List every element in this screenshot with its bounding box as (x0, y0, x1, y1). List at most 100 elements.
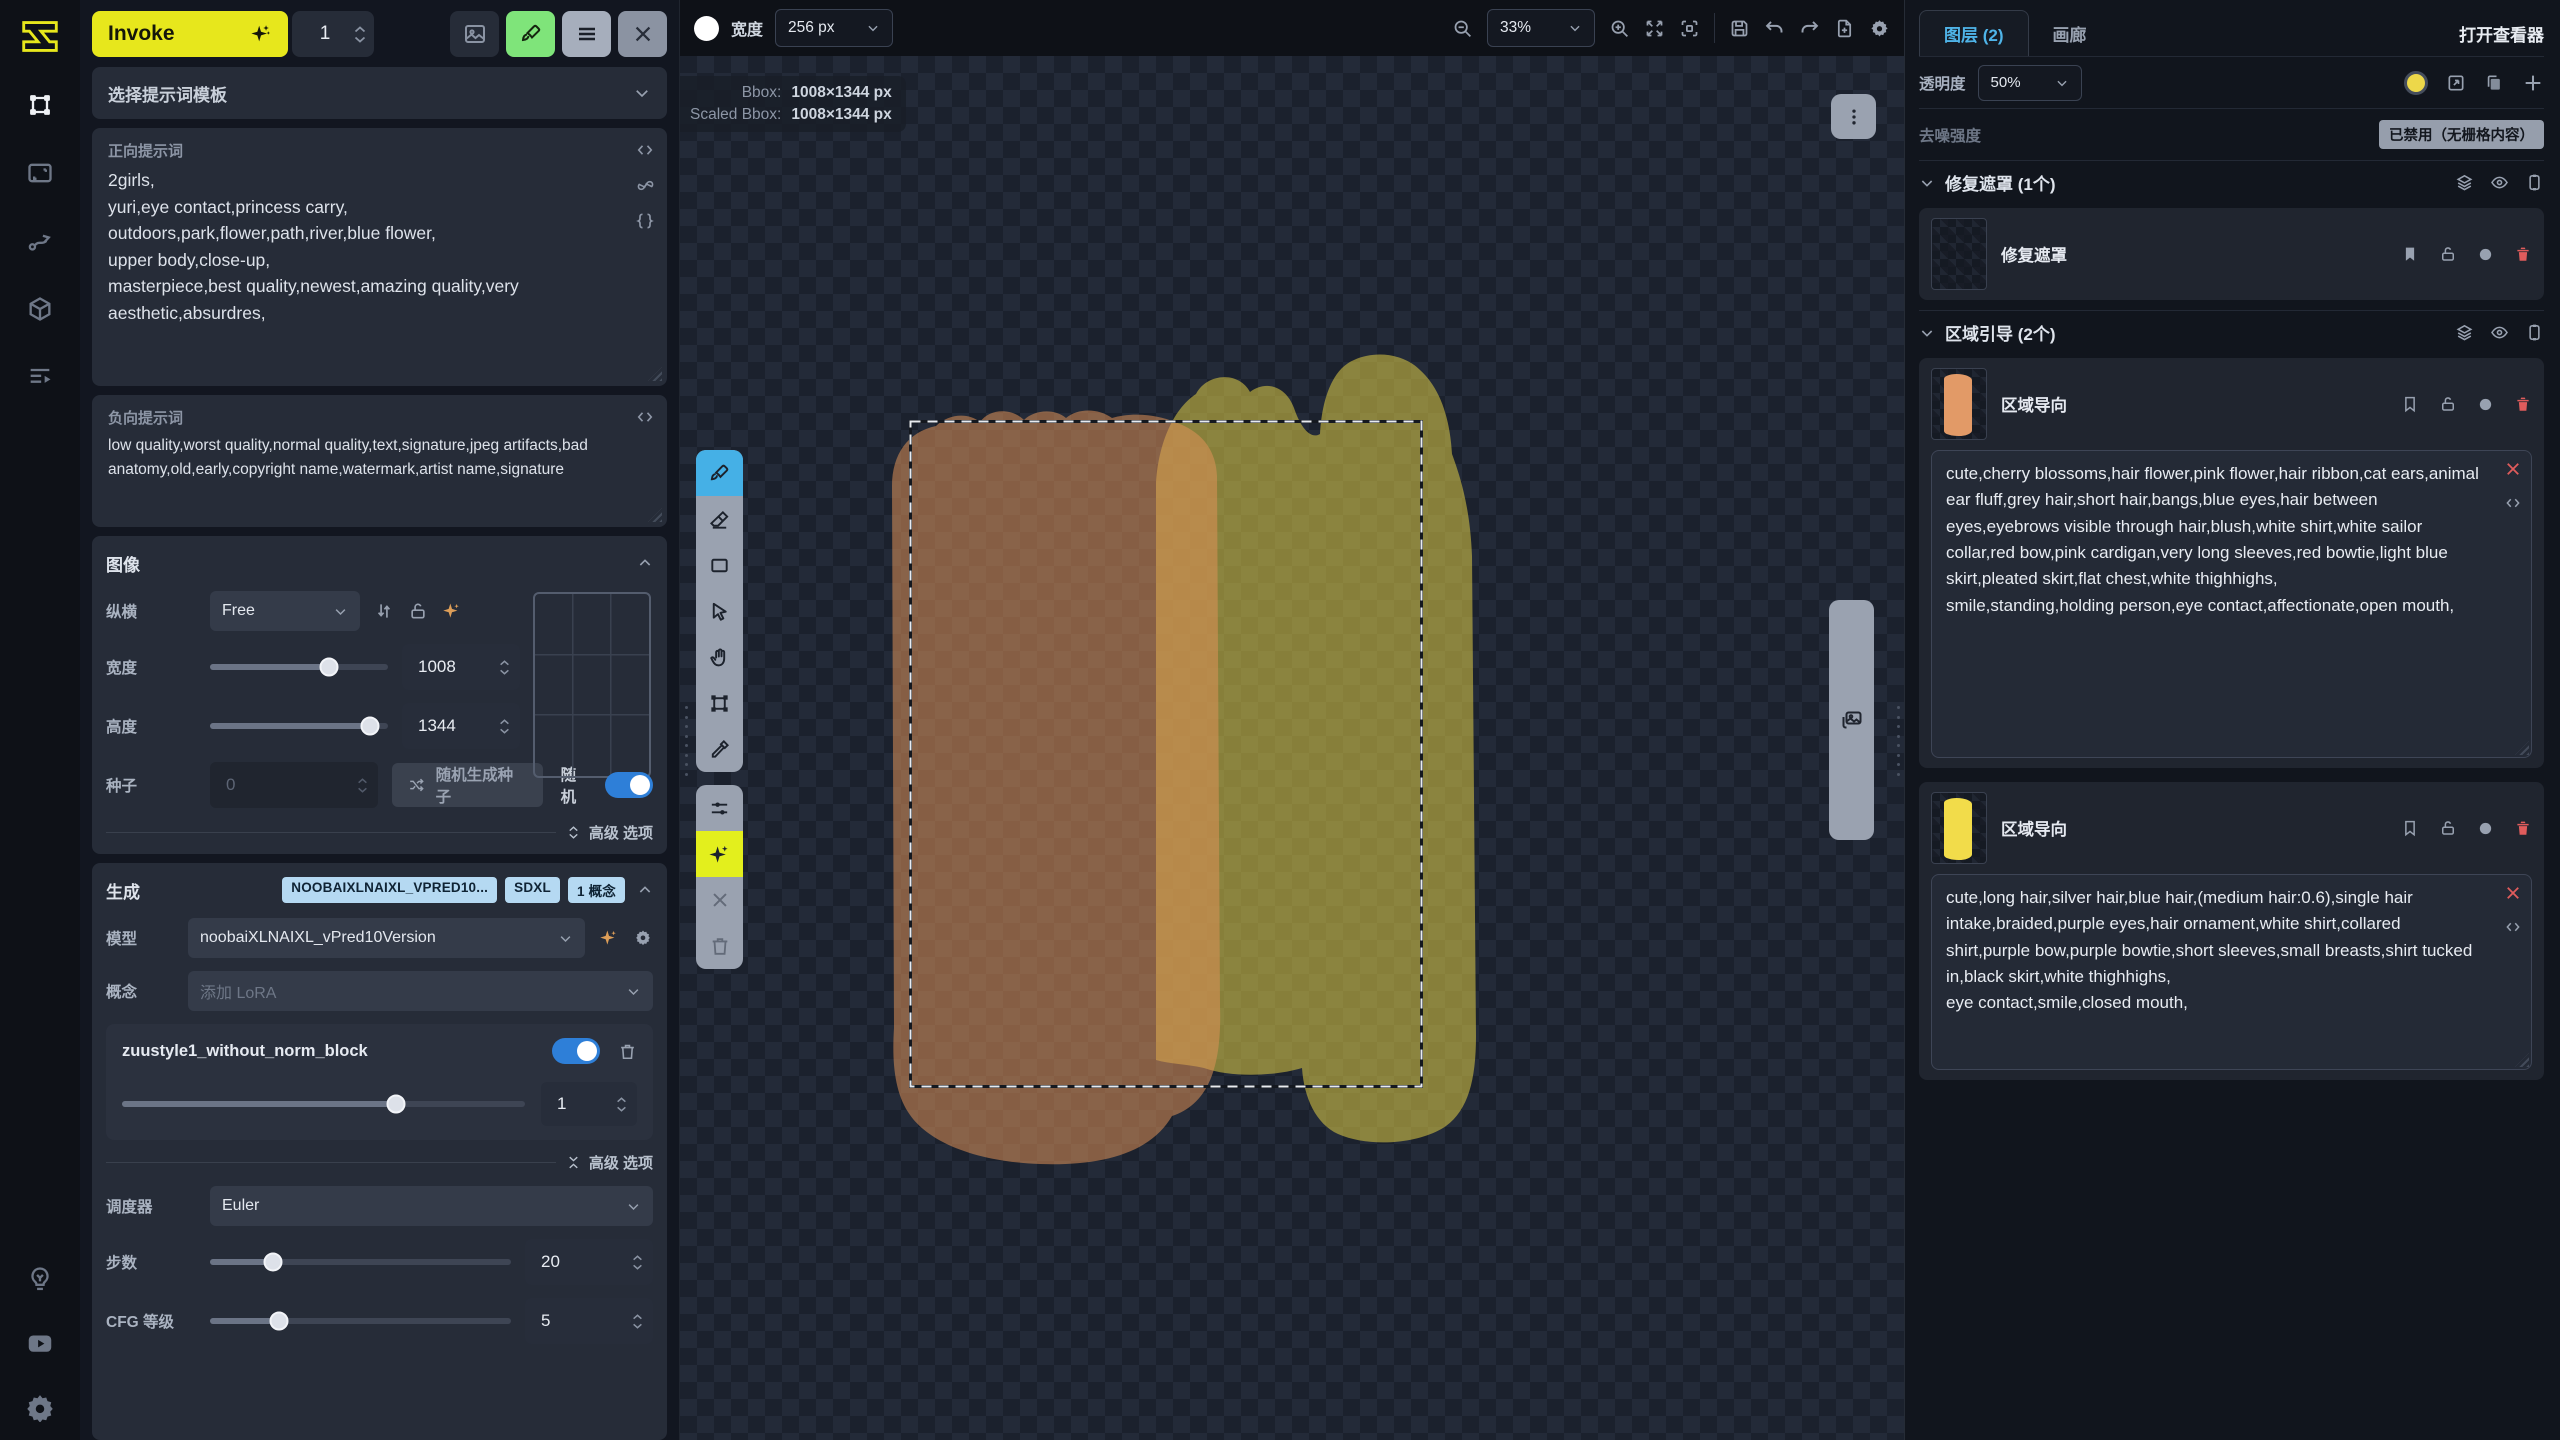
zoom-out-icon[interactable] (1452, 18, 1473, 39)
swap-dimensions-icon[interactable] (374, 601, 394, 621)
lora-weight-slider[interactable] (122, 1101, 525, 1107)
layer-visibility-dot-icon[interactable] (2477, 396, 2494, 413)
add-layer-icon[interactable] (2522, 72, 2544, 94)
canvas-mode-button[interactable] (506, 11, 555, 57)
region1-layer-card[interactable]: 区域导向 cute,cherry blossoms,hair flower,pi… (1919, 358, 2544, 768)
region2-layer-card[interactable]: 区域导向 cute,long hair,silver hair,blue hai… (1919, 782, 2544, 1080)
generation-advanced-options[interactable]: 高级 选项 (566, 1152, 653, 1173)
transform-tool[interactable] (696, 680, 743, 726)
color-picker-tool[interactable] (696, 726, 743, 772)
code-icon[interactable] (635, 407, 655, 427)
positive-prompt-input[interactable]: 2girls, yuri,eye contact,princess carry,… (108, 167, 636, 380)
tab-layers[interactable]: 图层 (2) (1919, 10, 2029, 56)
resize-grip[interactable] (648, 508, 662, 522)
visibility-eye-icon[interactable] (2490, 173, 2509, 192)
code-icon[interactable] (2504, 494, 2522, 512)
remove-prompt-icon[interactable] (2504, 884, 2522, 902)
tab-gallery[interactable]: 画廊 (2029, 11, 2111, 56)
cfg-input[interactable]: 5 (525, 1298, 653, 1344)
steps-input[interactable]: 20 (525, 1239, 653, 1285)
lock-icon[interactable] (2439, 245, 2457, 263)
lora-delete-icon[interactable] (618, 1042, 637, 1061)
link-icon[interactable] (636, 176, 655, 195)
collapse-section-button[interactable] (637, 882, 653, 898)
eraser-tool[interactable] (696, 496, 743, 542)
sidebar-item-canvas[interactable] (25, 90, 55, 120)
canvas-settings-gear-icon[interactable] (1869, 18, 1890, 39)
right-panel-resize-handle[interactable] (1894, 706, 1902, 776)
cancel-tool[interactable] (696, 877, 743, 923)
merge-layers-icon[interactable] (2455, 323, 2474, 342)
auto-mask-tool[interactable] (696, 831, 743, 877)
zoom-level-select[interactable]: 33% (1487, 9, 1595, 47)
image-advanced-options[interactable]: 高级 选项 (566, 822, 653, 843)
delete-layer-icon[interactable] (2514, 395, 2532, 413)
select-tool[interactable] (696, 588, 743, 634)
left-panel-resize-handle[interactable] (682, 706, 690, 776)
sidebar-item-queue[interactable] (25, 362, 55, 392)
seed-input[interactable]: 0 (210, 762, 378, 808)
lora-select[interactable]: 添加 LoRA (188, 971, 653, 1011)
height-slider[interactable] (210, 723, 388, 729)
inpaint-mask-layer-card[interactable]: 修复遮罩 (1919, 208, 2544, 300)
delete-layer-icon[interactable] (2514, 819, 2532, 837)
region2-prompt-input[interactable]: cute,long hair,silver hair,blue hair,(me… (1931, 874, 2532, 1070)
remove-prompt-icon[interactable] (2504, 460, 2522, 478)
width-slider[interactable] (210, 664, 388, 670)
settings-gear-icon[interactable] (25, 1392, 55, 1422)
bookmark-icon[interactable] (2401, 819, 2419, 837)
pan-tool[interactable] (696, 634, 743, 680)
select-object-icon[interactable] (2525, 173, 2544, 192)
model-select[interactable]: noobaiXLNAIXL_vPred10Version (188, 918, 585, 958)
redo-icon[interactable] (1799, 18, 1820, 39)
optimize-size-icon[interactable] (442, 601, 462, 621)
scheduler-select[interactable]: Euler (210, 1186, 653, 1226)
negative-prompt-input[interactable]: low quality,worst quality,normal quality… (108, 434, 636, 505)
brush-width-select[interactable]: 256 px (775, 9, 893, 47)
fit-layer-icon[interactable] (2446, 73, 2466, 93)
random-seed-button[interactable]: 随机生成种子 (392, 763, 543, 807)
select-object-icon[interactable] (2525, 323, 2544, 342)
inpaint-mask-group-header[interactable]: 修复遮罩 (1个) (1919, 160, 2544, 204)
resize-grip[interactable] (648, 367, 662, 381)
zoom-in-icon[interactable] (1609, 18, 1630, 39)
menu-button[interactable] (562, 11, 611, 57)
fit-canvas-icon[interactable] (1644, 18, 1665, 39)
prompt-template-selector[interactable]: 选择提示词模板 (92, 67, 667, 119)
steps-slider[interactable] (210, 1259, 511, 1265)
undo-icon[interactable] (1764, 18, 1785, 39)
delete-tool[interactable] (696, 923, 743, 969)
opacity-select[interactable]: 50% (1978, 65, 2082, 101)
random-seed-toggle[interactable] (605, 772, 653, 798)
model-sparkle-icon[interactable] (599, 928, 619, 948)
layer-visibility-dot-icon[interactable] (2477, 246, 2494, 263)
new-session-icon[interactable] (1834, 18, 1855, 39)
aspect-select[interactable]: Free (210, 591, 360, 631)
gallery-drawer-handle[interactable] (1829, 600, 1874, 840)
merge-layers-icon[interactable] (2455, 173, 2474, 192)
delete-layer-icon[interactable] (2514, 245, 2532, 263)
brush-color-indicator[interactable] (694, 16, 719, 41)
fit-bbox-icon[interactable] (1679, 18, 1700, 39)
video-tutorials-icon[interactable] (25, 1328, 55, 1358)
brush-tool[interactable] (696, 450, 743, 496)
lora-toggle[interactable] (552, 1038, 600, 1064)
collapse-section-button[interactable] (637, 555, 653, 571)
canvas-viewport[interactable]: Bbox: 1008×1344 px Scaled Bbox: 1008×134… (680, 56, 1904, 1440)
lock-icon[interactable] (2439, 395, 2457, 413)
rectangle-tool[interactable] (696, 542, 743, 588)
lock-aspect-icon[interactable] (408, 601, 428, 621)
queue-count-arrows[interactable] (354, 26, 366, 43)
height-input[interactable]: 1344 (402, 703, 520, 749)
canvas-context-menu-button[interactable] (1831, 94, 1876, 139)
cancel-button[interactable] (618, 11, 667, 57)
filter-tool[interactable] (696, 785, 743, 831)
code-icon[interactable] (635, 140, 655, 160)
queue-count-stepper[interactable]: 1 (292, 11, 374, 57)
bookmark-icon[interactable] (2401, 245, 2419, 263)
sidebar-item-models[interactable] (25, 294, 55, 324)
sidebar-item-upscaling[interactable] (25, 158, 55, 188)
layer-color-swatch[interactable] (2404, 71, 2428, 95)
model-settings-gear-icon[interactable] (633, 928, 653, 948)
regional-guidance-group-header[interactable]: 区域引导 (2个) (1919, 310, 2544, 354)
